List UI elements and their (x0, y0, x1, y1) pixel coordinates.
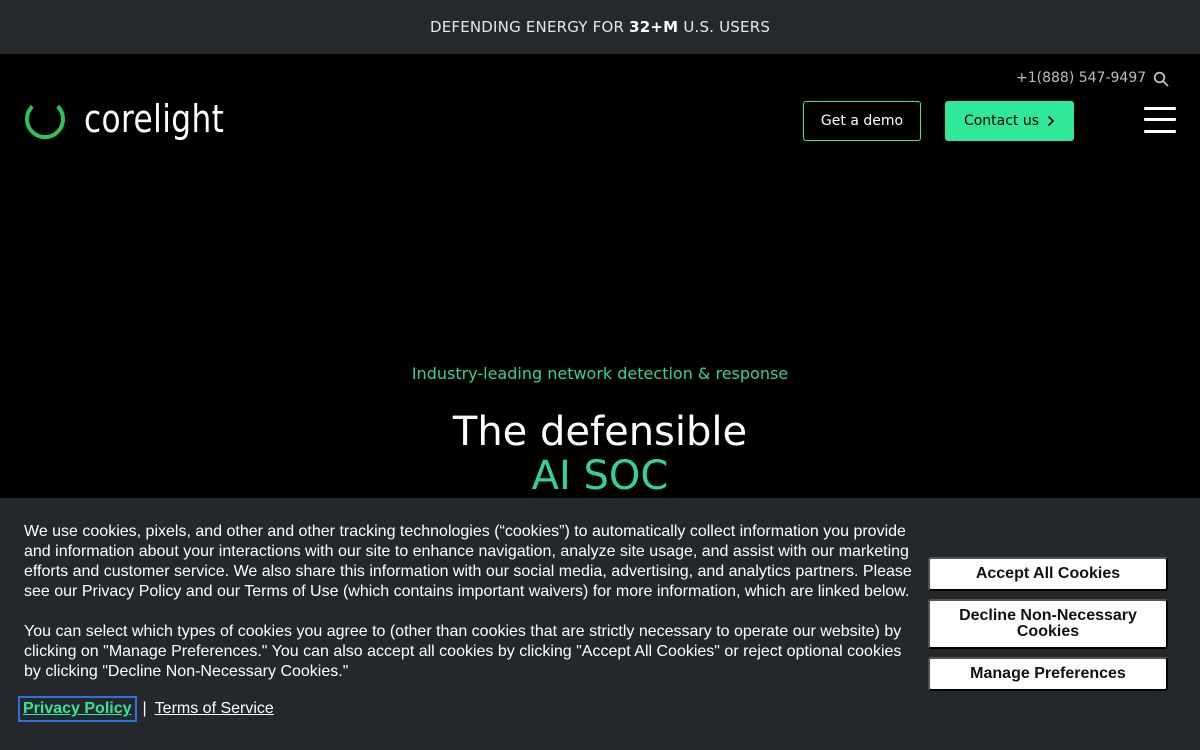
hero-eyebrow: Industry-leading network detection & res… (411, 364, 789, 383)
hero-title-line2: AI SOC (531, 453, 669, 499)
cookie-links: Privacy Policy | Terms of Service (18, 696, 274, 722)
link-separator: | (142, 700, 147, 717)
announcement-bar: DEFENDING ENERGY FOR 32+M U.S. USERS (0, 0, 1200, 54)
logo[interactable]: corelight (24, 98, 255, 140)
chevron-right-icon (1047, 115, 1055, 127)
logo-text: corelight (84, 97, 225, 141)
accept-all-cookies-button[interactable]: Accept All Cookies (928, 557, 1168, 591)
cookie-paragraph-1: We use cookies, pixels, and other and ot… (24, 523, 912, 600)
cookie-paragraph-2: You can select which types of cookies yo… (24, 623, 902, 680)
announcement-suffix: U.S. USERS (683, 18, 771, 36)
cookie-banner: We use cookies, pixels, and other and ot… (0, 498, 1200, 750)
get-demo-button[interactable]: Get a demo (803, 101, 921, 141)
announcement-prefix: DEFENDING ENERGY FOR (429, 18, 625, 36)
hamburger-menu-icon[interactable] (1144, 107, 1176, 133)
privacy-policy-link[interactable]: Privacy Policy (18, 696, 137, 722)
get-demo-label: Get a demo (820, 113, 904, 129)
contact-us-button[interactable]: Contact us (945, 101, 1074, 141)
search-icon[interactable] (1153, 71, 1169, 87)
site-header: corelight +1(888) 547-9497 Get a demo Co… (0, 54, 1200, 174)
cookie-text: We use cookies, pixels, and other and ot… (24, 522, 916, 702)
logo-ring-icon (25, 104, 65, 139)
phone-number[interactable]: +1(888) 547-9497 (1016, 70, 1146, 86)
manage-preferences-button[interactable]: Manage Preferences (928, 657, 1168, 691)
hero-title-line1: The defensible (452, 409, 748, 455)
terms-of-service-link[interactable]: Terms of Service (155, 700, 274, 718)
decline-cookies-button[interactable]: Decline Non-Necessary Cookies (928, 599, 1168, 649)
announcement-highlight: 32+M (629, 18, 679, 36)
contact-us-label: Contact us (963, 113, 1040, 129)
hero-title: The defensible AI SOC (0, 410, 1200, 498)
